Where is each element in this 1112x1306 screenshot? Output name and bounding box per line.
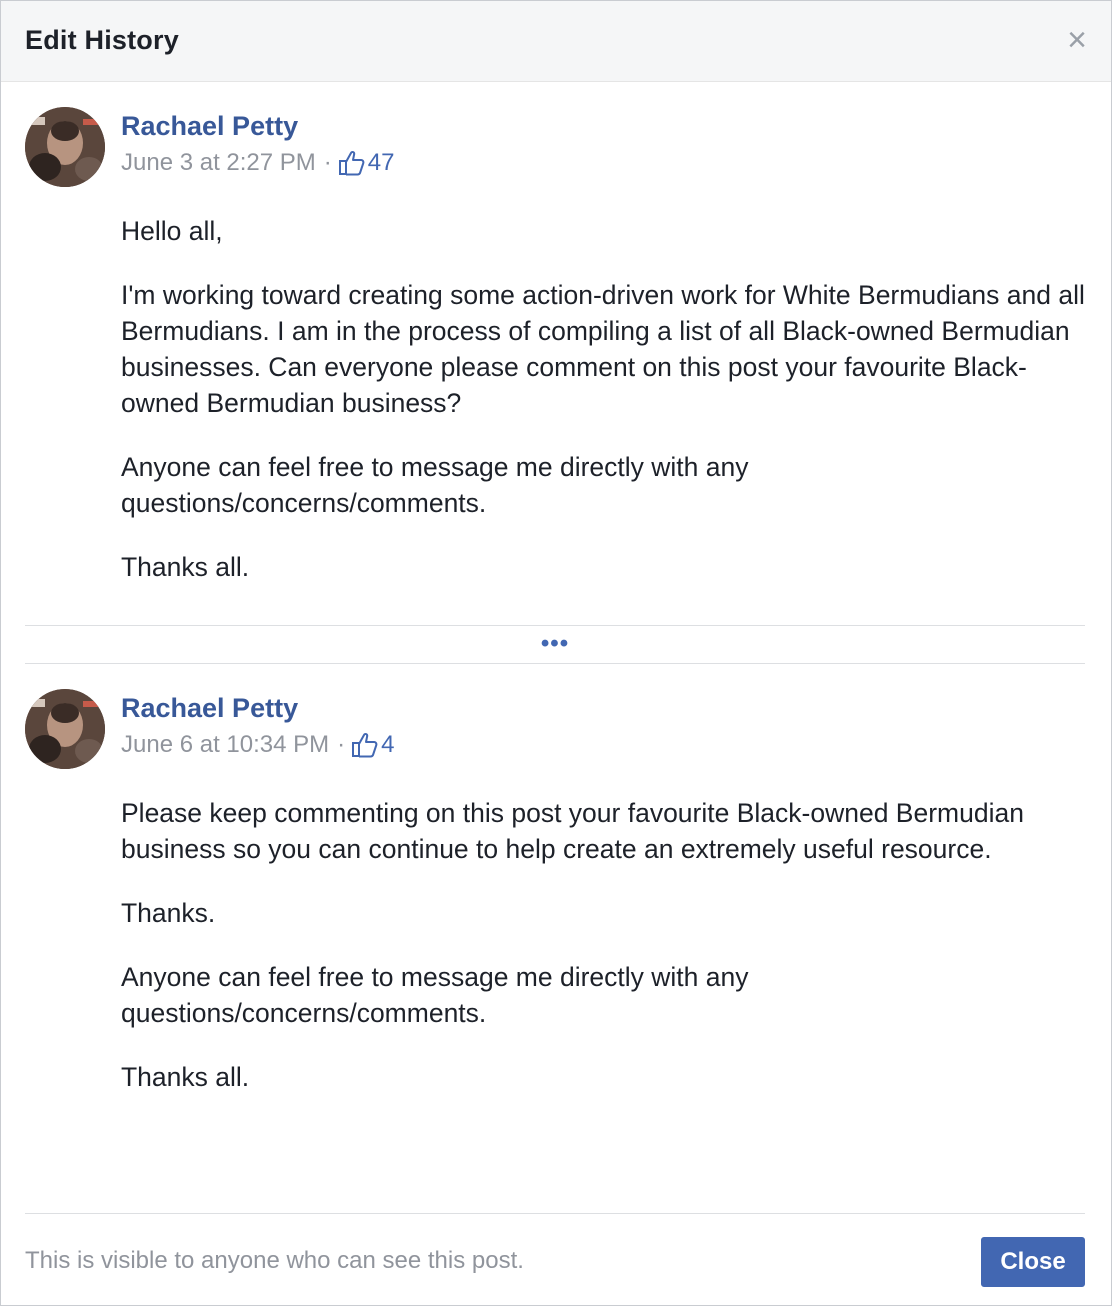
paragraph: I'm working toward creating some action-… <box>121 280 1085 418</box>
timestamp[interactable]: June 3 at 2:27 PM <box>121 149 316 177</box>
timestamp[interactable]: June 6 at 10:34 PM <box>121 731 329 759</box>
revision-content: Hello all, I'm working toward creating s… <box>121 213 1085 585</box>
like-count[interactable]: 4 <box>381 731 394 759</box>
revision-content: Please keep commenting on this post your… <box>121 795 1085 1095</box>
thumbs-up-icon <box>351 731 379 759</box>
revision-separator: ••• <box>25 625 1085 664</box>
close-button[interactable]: Close <box>981 1237 1085 1287</box>
dialog-header: Edit History × <box>1 1 1111 82</box>
revision-item: Rachael Petty June 3 at 2:27 PM · 47 Hel… <box>25 82 1085 585</box>
close-icon[interactable]: × <box>1067 23 1087 57</box>
paragraph: Anyone can feel free to message me direc… <box>121 962 749 1028</box>
author-name[interactable]: Rachael Petty <box>121 82 1085 142</box>
post-meta: June 3 at 2:27 PM · 47 <box>121 149 1085 177</box>
visibility-note: This is visible to anyone who can see th… <box>25 1247 524 1274</box>
more-revisions-indicator[interactable]: ••• <box>541 632 569 656</box>
author-name[interactable]: Rachael Petty <box>121 664 1085 724</box>
paragraph: Hello all, <box>121 216 223 246</box>
footer-divider <box>25 1213 1085 1214</box>
dialog-title: Edit History <box>25 25 179 55</box>
revision-item: Rachael Petty June 6 at 10:34 PM · 4 Ple… <box>25 664 1085 1095</box>
meta-separator: · <box>323 149 332 176</box>
paragraph: Anyone can feel free to message me direc… <box>121 452 749 518</box>
avatar[interactable] <box>25 689 105 769</box>
thumbs-up-icon <box>338 149 366 177</box>
paragraph: Thanks all. <box>121 552 250 582</box>
like-count[interactable]: 47 <box>368 149 395 177</box>
meta-separator: · <box>337 731 346 758</box>
post-meta: June 6 at 10:34 PM · 4 <box>121 731 1085 759</box>
paragraph: Thanks. <box>121 898 216 928</box>
paragraph: Please keep commenting on this post your… <box>121 798 1024 864</box>
paragraph: Thanks all. <box>121 1062 250 1092</box>
dialog-body: Rachael Petty June 3 at 2:27 PM · 47 Hel… <box>1 82 1111 1095</box>
avatar[interactable] <box>25 107 105 187</box>
edit-history-dialog: Edit History × Rachael Petty June 3 at 2… <box>0 0 1112 1306</box>
dialog-footer: This is visible to anyone who can see th… <box>25 1213 1085 1305</box>
